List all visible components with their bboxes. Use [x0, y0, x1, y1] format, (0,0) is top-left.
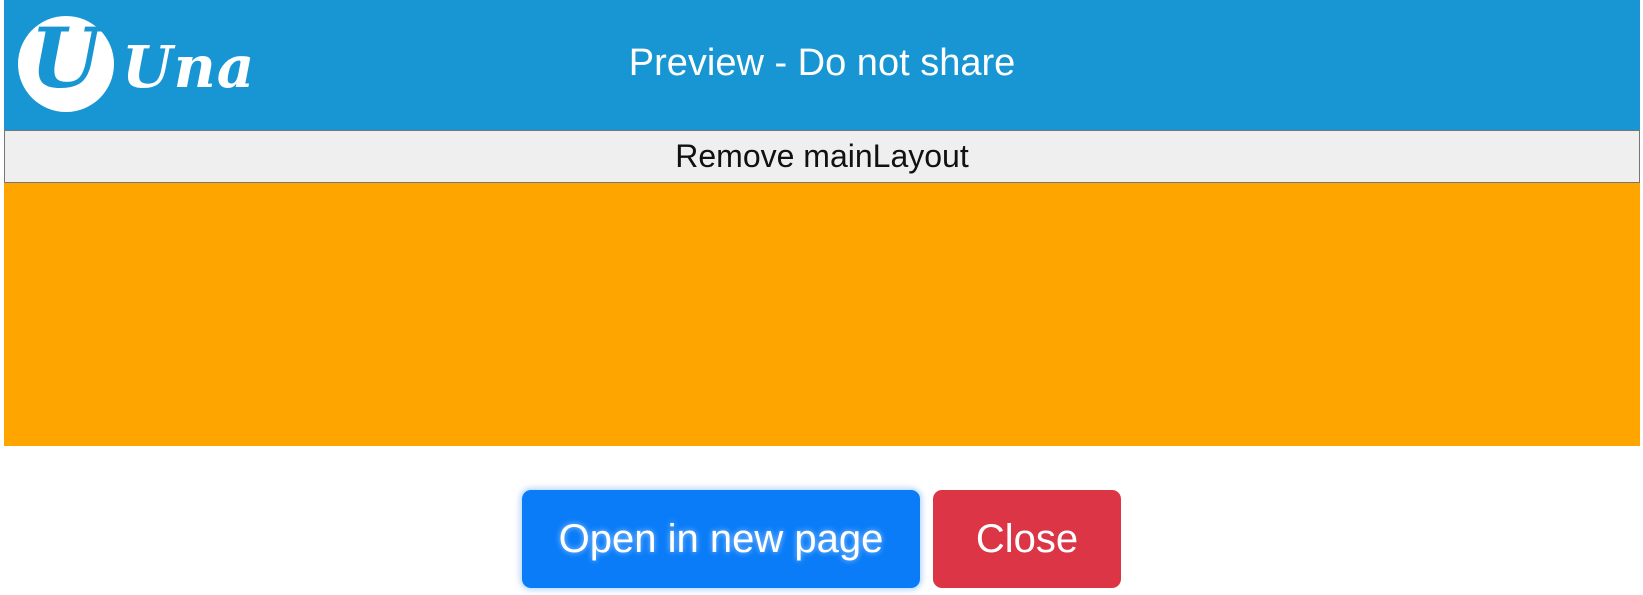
preview-header: U Una Preview - Do not share	[4, 0, 1640, 130]
dialog-actions: Open in new page Close	[522, 490, 1121, 588]
remove-main-layout-button[interactable]: Remove mainLayout	[4, 130, 1640, 183]
page-title: Preview - Do not share	[628, 42, 1016, 84]
open-in-new-page-button[interactable]: Open in new page	[522, 490, 920, 588]
close-button[interactable]: Close	[933, 490, 1121, 588]
preview-frame: U Una Preview - Do not share Remove main…	[4, 0, 1640, 446]
layout-preview-area	[4, 183, 1640, 446]
